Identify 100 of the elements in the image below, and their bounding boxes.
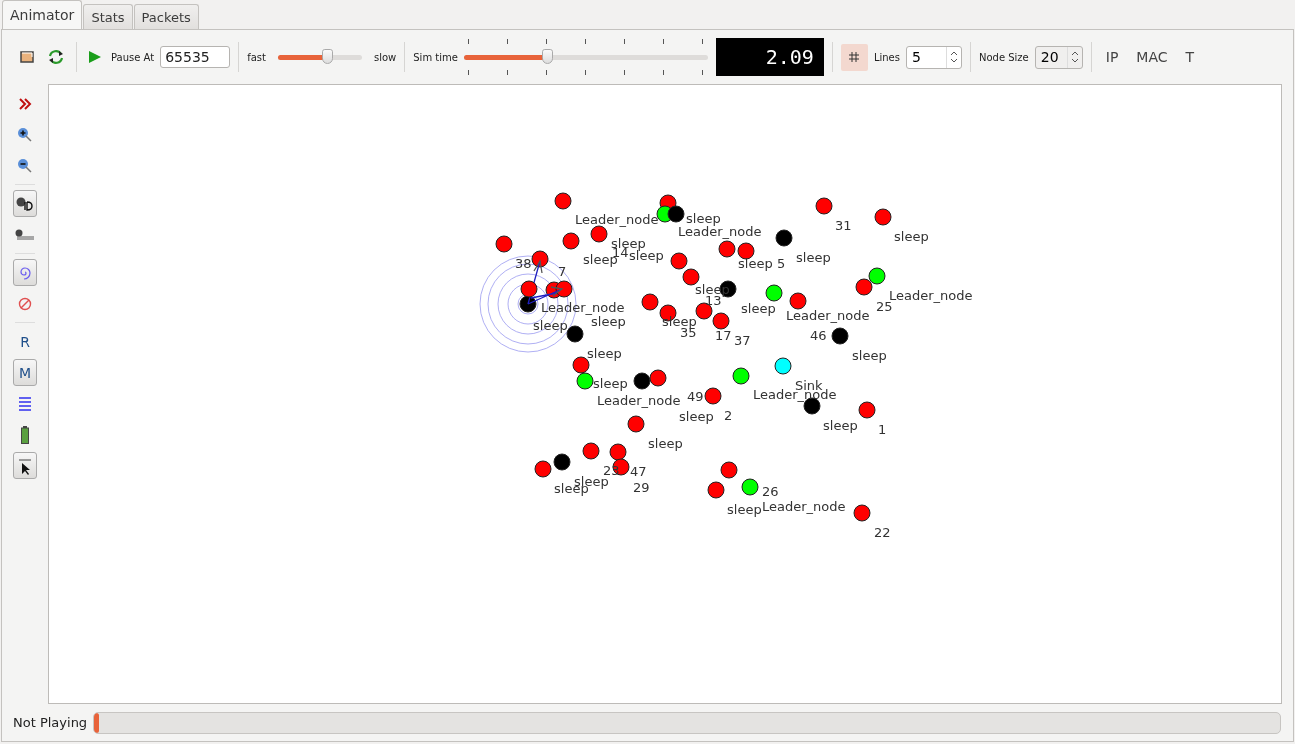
- node[interactable]: [720, 461, 738, 479]
- node-label: sleep: [533, 319, 568, 332]
- node-label: Leader_node: [541, 301, 625, 314]
- toggle-button[interactable]: M: [13, 359, 37, 386]
- tab[interactable]: Stats: [83, 4, 133, 29]
- toggle-button[interactable]: R: [13, 328, 37, 355]
- node[interactable]: [868, 267, 886, 285]
- node-label: 29: [633, 481, 650, 494]
- node[interactable]: [741, 478, 759, 496]
- node-label: 5: [777, 257, 786, 270]
- node-label: sleep: [738, 257, 773, 270]
- node-label: 49: [687, 390, 704, 403]
- node-id-icon[interactable]: [13, 190, 37, 217]
- node-label: sleep: [686, 212, 721, 225]
- node-label: 1: [878, 423, 887, 436]
- node-size-label: Node Size: [978, 51, 1029, 63]
- node[interactable]: [519, 295, 537, 313]
- node-label: 13: [705, 294, 722, 307]
- node[interactable]: [555, 280, 573, 298]
- node-label: 37: [734, 334, 751, 347]
- node[interactable]: [718, 240, 736, 258]
- node-label: 31: [835, 219, 852, 232]
- node[interactable]: [789, 292, 807, 310]
- time-display: 2.09: [715, 38, 824, 76]
- grid-icon: [848, 51, 861, 63]
- node-label: sleep: [629, 249, 664, 262]
- node[interactable]: [712, 312, 730, 330]
- node-label: sleep: [679, 410, 714, 423]
- node-label: 38: [515, 257, 532, 270]
- node[interactable]: [765, 284, 783, 302]
- node[interactable]: [520, 280, 538, 298]
- node-label: Leader_node: [575, 213, 659, 226]
- toolbar-text-button[interactable]: MAC: [1130, 46, 1174, 68]
- node-label: Leader_node: [597, 394, 681, 407]
- node-label: 7: [558, 265, 567, 278]
- node-label: Leader_node: [762, 500, 846, 513]
- toolbar-text-button[interactable]: T: [1179, 46, 1201, 68]
- node[interactable]: [815, 197, 833, 215]
- node[interactable]: [562, 232, 580, 250]
- node-label: sleep: [648, 437, 683, 450]
- node[interactable]: [590, 225, 608, 243]
- node[interactable]: [774, 357, 792, 375]
- node-label: 46: [810, 329, 827, 342]
- node-label: sleep: [662, 315, 697, 328]
- spin-arrows-icon[interactable]: [1070, 49, 1079, 65]
- tab[interactable]: Animator: [2, 0, 83, 29]
- node[interactable]: [566, 325, 584, 343]
- node[interactable]: [641, 293, 659, 311]
- toolbar-text-button[interactable]: IP: [1099, 46, 1125, 68]
- node-label: sleep: [593, 377, 628, 390]
- node[interactable]: [531, 250, 549, 268]
- node-label: 25: [876, 300, 893, 313]
- node-label: Leader_node: [889, 289, 973, 302]
- grid-button[interactable]: [840, 43, 868, 71]
- node[interactable]: [553, 453, 571, 471]
- node[interactable]: [874, 208, 892, 226]
- sim-time-label: Sim time: [413, 51, 458, 63]
- node-label: 22: [874, 526, 891, 539]
- node[interactable]: [858, 401, 876, 419]
- status-text: Not Playing: [13, 715, 88, 730]
- node-label: 2: [724, 409, 733, 422]
- spin-arrows-icon[interactable]: [949, 49, 958, 65]
- node[interactable]: [707, 481, 725, 499]
- node-label: sleep: [823, 419, 858, 432]
- node[interactable]: [627, 415, 645, 433]
- node[interactable]: [855, 278, 873, 296]
- pointer-coordinates-icon[interactable]: [13, 452, 37, 479]
- node[interactable]: [775, 229, 793, 247]
- node-label: 17: [715, 329, 732, 342]
- spiral-icon[interactable]: [13, 259, 37, 286]
- node[interactable]: [576, 372, 594, 390]
- node-label: 26: [762, 485, 779, 498]
- node-label: sleep: [852, 349, 887, 362]
- node-size-spinbox[interactable]: 20: [1034, 45, 1083, 69]
- node[interactable]: [732, 367, 750, 385]
- node-label: sleep: [727, 503, 762, 516]
- node[interactable]: [667, 205, 685, 223]
- node-label: sleep: [591, 315, 626, 328]
- tab[interactable]: Packets: [133, 4, 199, 29]
- node[interactable]: [495, 235, 513, 253]
- node-label: sleep: [611, 237, 646, 250]
- pause-at-field[interactable]: 65535: [160, 46, 231, 68]
- lines-label: Lines: [873, 51, 900, 63]
- node-label: sleep: [587, 347, 622, 360]
- node[interactable]: [831, 327, 849, 345]
- node[interactable]: [609, 443, 627, 461]
- node[interactable]: [633, 372, 651, 390]
- node[interactable]: [649, 369, 667, 387]
- node[interactable]: [853, 504, 871, 522]
- node[interactable]: [534, 460, 552, 478]
- pause-at-label: Pause At: [111, 51, 155, 63]
- node[interactable]: [582, 442, 600, 460]
- node[interactable]: [682, 268, 700, 286]
- node[interactable]: [704, 387, 722, 405]
- node[interactable]: [737, 242, 755, 260]
- node-label: 47: [630, 465, 647, 478]
- slow-label: slow: [373, 51, 397, 63]
- node[interactable]: [554, 192, 572, 210]
- node[interactable]: [670, 252, 688, 270]
- lines-spinbox[interactable]: 5: [905, 45, 962, 69]
